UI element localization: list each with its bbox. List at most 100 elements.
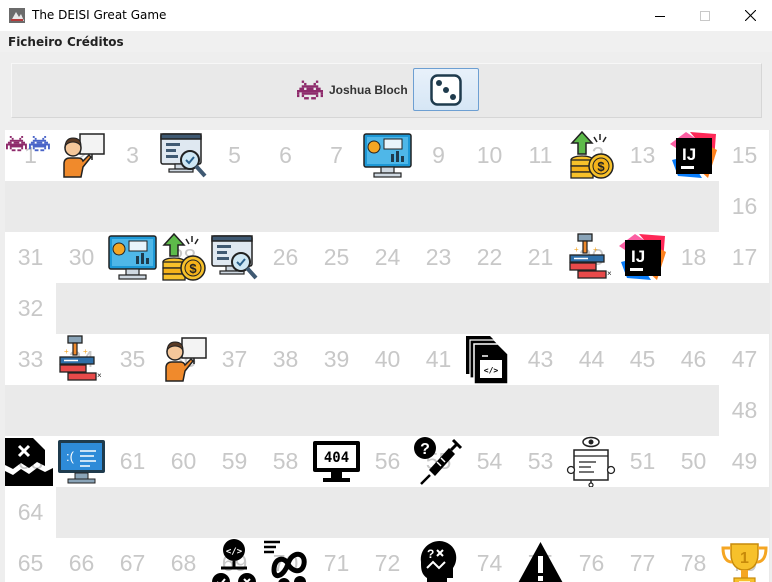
cell-number: 33 [17,346,44,372]
svg-text:+: + [593,245,598,254]
board-cell-70: 70 [260,538,311,582]
board-cell-44: 44 [566,334,617,385]
svg-text:×: × [607,269,612,278]
roll-dice-button[interactable] [413,68,479,111]
board-cell-25: 25 [311,232,362,283]
money-growth-icon: $ [162,232,206,281]
board-cell-22: 22 [464,232,515,283]
window-title: The DEISI Great Game [32,8,167,22]
board-cell-76: 76 [566,538,617,582]
menu-creditos[interactable]: Créditos [67,35,124,49]
board-cell-21: 21 [515,232,566,283]
board-cell-68: 68 [158,538,209,582]
cell-number: 32 [17,295,44,321]
title-bar: The DEISI Great Game [0,0,772,31]
board-cell-63: 63 [5,436,56,487]
svg-text:IJ: IJ [631,247,645,266]
board-cell-11: 11 [515,130,566,181]
cell-number: 76 [578,550,605,576]
board-cell-52: 52 [566,436,617,487]
board-cell-40: 40 [362,334,413,385]
board-cell-37: 37 [209,334,260,385]
svg-text:IJ: IJ [682,145,696,164]
code-inspect-icon [566,436,616,487]
svg-text:?: ? [427,547,434,561]
cell-number: 11 [528,142,553,168]
board-cell-75: 75 [515,538,566,582]
close-icon [744,10,756,21]
cell-number: 43 [527,346,554,372]
close-button[interactable] [727,0,772,31]
board-cell-41: 41 [413,334,464,385]
cell-number: 71 [323,550,350,576]
board-cell-73: 73 ? [413,538,464,582]
board-cell-43: 43 [515,334,566,385]
minimize-icon [655,15,665,17]
trophy-icon: 1 [721,543,768,582]
board-cell-16: 16 [719,181,769,232]
maximize-button[interactable] [682,0,728,31]
svg-text:+: + [574,245,579,254]
code-hammer-icon: + + × [569,233,612,279]
board-cell-54: 54 [464,436,515,487]
cell-number: 68 [170,550,197,576]
board-cell-32: 32 [5,283,56,334]
bug-syringe-icon: ? [414,437,463,485]
svg-text::(: :( [66,449,75,464]
board-cell-13: 13 [617,130,668,181]
menu-ficheiro[interactable]: Ficheiro [8,35,62,49]
minimize-button[interactable] [637,0,683,31]
cell-number: 44 [578,346,605,372]
board-cell-71: 71 [311,538,362,582]
board-cell-74: 74 [464,538,515,582]
board-cell-48: 48 [719,385,769,436]
board-cell-14: 14 IJ [668,130,719,181]
dashboard-monitor-icon [363,133,412,178]
svg-text:</>: </> [484,366,499,375]
svg-text:+: + [83,347,88,356]
code-review-monitor-icon [211,235,258,280]
cell-number: 5 [228,142,241,168]
cell-number: 67 [119,550,146,576]
menu-ficheiro-label: Ficheiro [8,35,63,49]
board-cell-64: 64 [5,487,56,538]
board-cell-33: 33 [5,334,56,385]
board-cell-38: 38 [260,334,311,385]
board-cell-69: 69 </> [209,538,260,582]
cell-number: 7 [330,142,343,168]
board-cell-62: 62 :( [56,436,107,487]
board-cell-78: 78 [668,538,719,582]
menu-bar: Ficheiro Créditos [0,31,772,52]
space-invader-icon [297,80,323,100]
cell-number: 10 [476,142,503,168]
cell-number: 22 [476,244,503,270]
board-cell-9: 9 [413,130,464,181]
svg-text:+: + [64,347,69,356]
presenter-icon [165,337,207,382]
board-cell-35: 35 [107,334,158,385]
intellij-icon: IJ [670,132,717,178]
money-growth-icon: $ [570,130,614,179]
code-review-monitor-icon [160,133,207,178]
menu-creditos-label: Créditos [67,35,124,49]
cell-number: 6 [279,142,292,168]
cell-number: 25 [323,244,350,270]
board-cell-49: 49 [719,436,769,487]
broken-file-icon [5,438,53,486]
cell-number: 35 [119,346,146,372]
cell-number: 65 [17,550,44,576]
cell-number: 9 [432,142,445,168]
board-cell-10: 10 [464,130,515,181]
cell-number: 59 [221,448,248,474]
board-cell-7: 7 [311,130,362,181]
board-cell-53: 53 [515,436,566,487]
board-cell-6: 6 [260,130,311,181]
board-cell-60: 60 [158,436,209,487]
board-cell-3: 3 [107,130,158,181]
cell-number: 49 [731,448,758,474]
board-cell-47: 47 [719,334,769,385]
board-cell-1: 1 [5,130,56,181]
cell-number: 13 [629,142,656,168]
board-cell-5: 5 [209,130,260,181]
board-cell-4: 4 [158,130,209,181]
